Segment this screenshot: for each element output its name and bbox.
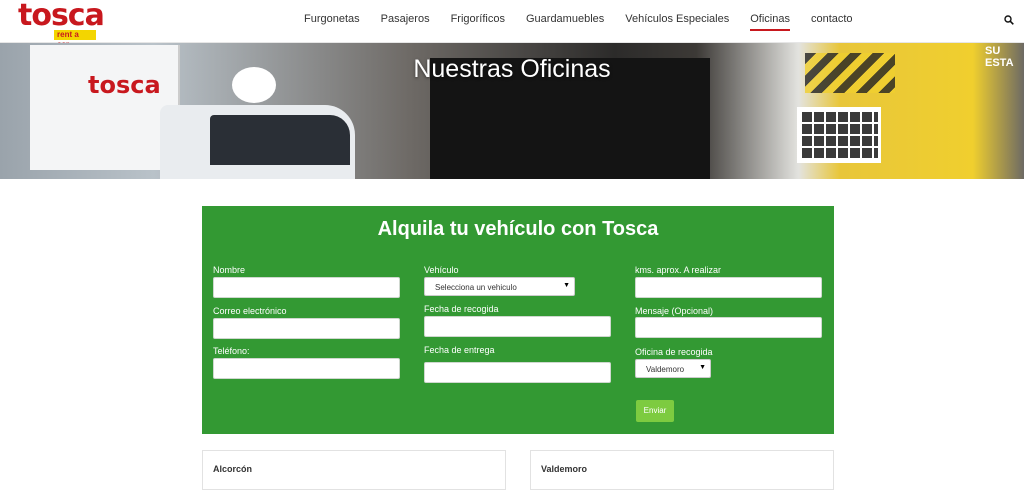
form-title: Alquila tu vehículo con Tosca bbox=[377, 218, 659, 240]
office-name: Alcorcón bbox=[213, 464, 253, 474]
truck-windshield bbox=[210, 115, 350, 165]
office-name: Valdemoro bbox=[541, 464, 588, 474]
return-date-input[interactable] bbox=[424, 362, 611, 383]
office-card-alcorcon[interactable]: Alcorcón bbox=[202, 450, 506, 490]
brand-logo[interactable]: tosca rent a car bbox=[18, 0, 105, 49]
email-input[interactable] bbox=[213, 318, 400, 339]
main-menu: Furgonetas Pasajeros Frigoríficos Guarda… bbox=[304, 13, 874, 31]
caret-down-icon: ▼ bbox=[699, 364, 706, 371]
caret-down-icon: ▼ bbox=[563, 282, 570, 289]
message-label: Mensaje (Opcional) bbox=[635, 306, 714, 316]
hero-banner: tosca SU ESTA Nuestras Oficinas bbox=[0, 43, 1024, 179]
phone-input[interactable] bbox=[213, 358, 400, 379]
logo-tagline: rent a car bbox=[54, 30, 96, 49]
pickup-date-input[interactable] bbox=[424, 316, 611, 337]
vehicle-label: Vehículo bbox=[424, 265, 459, 275]
nav-item-vehiculos-especiales[interactable]: Vehículos Especiales bbox=[625, 13, 729, 25]
pickup-date-label: Fecha de recogida bbox=[424, 304, 499, 314]
nav-item-furgonetas[interactable]: Furgonetas bbox=[304, 13, 360, 25]
message-input[interactable] bbox=[635, 317, 822, 338]
nav-item-contacto[interactable]: contacto bbox=[811, 13, 853, 25]
return-date-label: Fecha de entrega bbox=[424, 345, 495, 355]
vehicle-select[interactable]: Selecciona un vehiculo ▼ bbox=[424, 277, 575, 296]
nav-item-frigorificos[interactable]: Frigoríficos bbox=[451, 13, 505, 25]
km-label: kms. aprox. A realizar bbox=[635, 265, 722, 275]
name-input[interactable] bbox=[213, 277, 400, 298]
page-title: Nuestras Oficinas bbox=[413, 55, 611, 83]
search-icon[interactable] bbox=[1004, 15, 1014, 25]
vehicle-select-value: Selecciona un vehiculo bbox=[435, 283, 517, 292]
submit-button[interactable]: Enviar bbox=[636, 400, 674, 422]
office-label: Oficina de recogida bbox=[635, 347, 713, 357]
phone-label: Teléfono: bbox=[213, 346, 250, 356]
km-input[interactable] bbox=[635, 277, 822, 298]
name-label: Nombre bbox=[213, 265, 246, 275]
office-card-valdemoro[interactable]: Valdemoro bbox=[530, 450, 834, 490]
office-select[interactable]: Valdemoro ▼ bbox=[635, 359, 711, 378]
office-select-value: Valdemoro bbox=[646, 365, 685, 374]
nav-item-oficinas[interactable]: Oficinas bbox=[750, 13, 790, 31]
top-navbar: tosca rent a car Furgonetas Pasajeros Fr… bbox=[0, 0, 1024, 49]
nav-item-pasajeros[interactable]: Pasajeros bbox=[381, 13, 430, 25]
email-label: Correo electrónico bbox=[213, 306, 287, 316]
logo-text: tosca bbox=[18, 0, 105, 33]
barred-window bbox=[797, 107, 881, 163]
rental-form-panel: Alquila tu vehículo con Tosca Nombre Cor… bbox=[202, 206, 834, 434]
nav-item-guardamuebles[interactable]: Guardamuebles bbox=[526, 13, 604, 25]
